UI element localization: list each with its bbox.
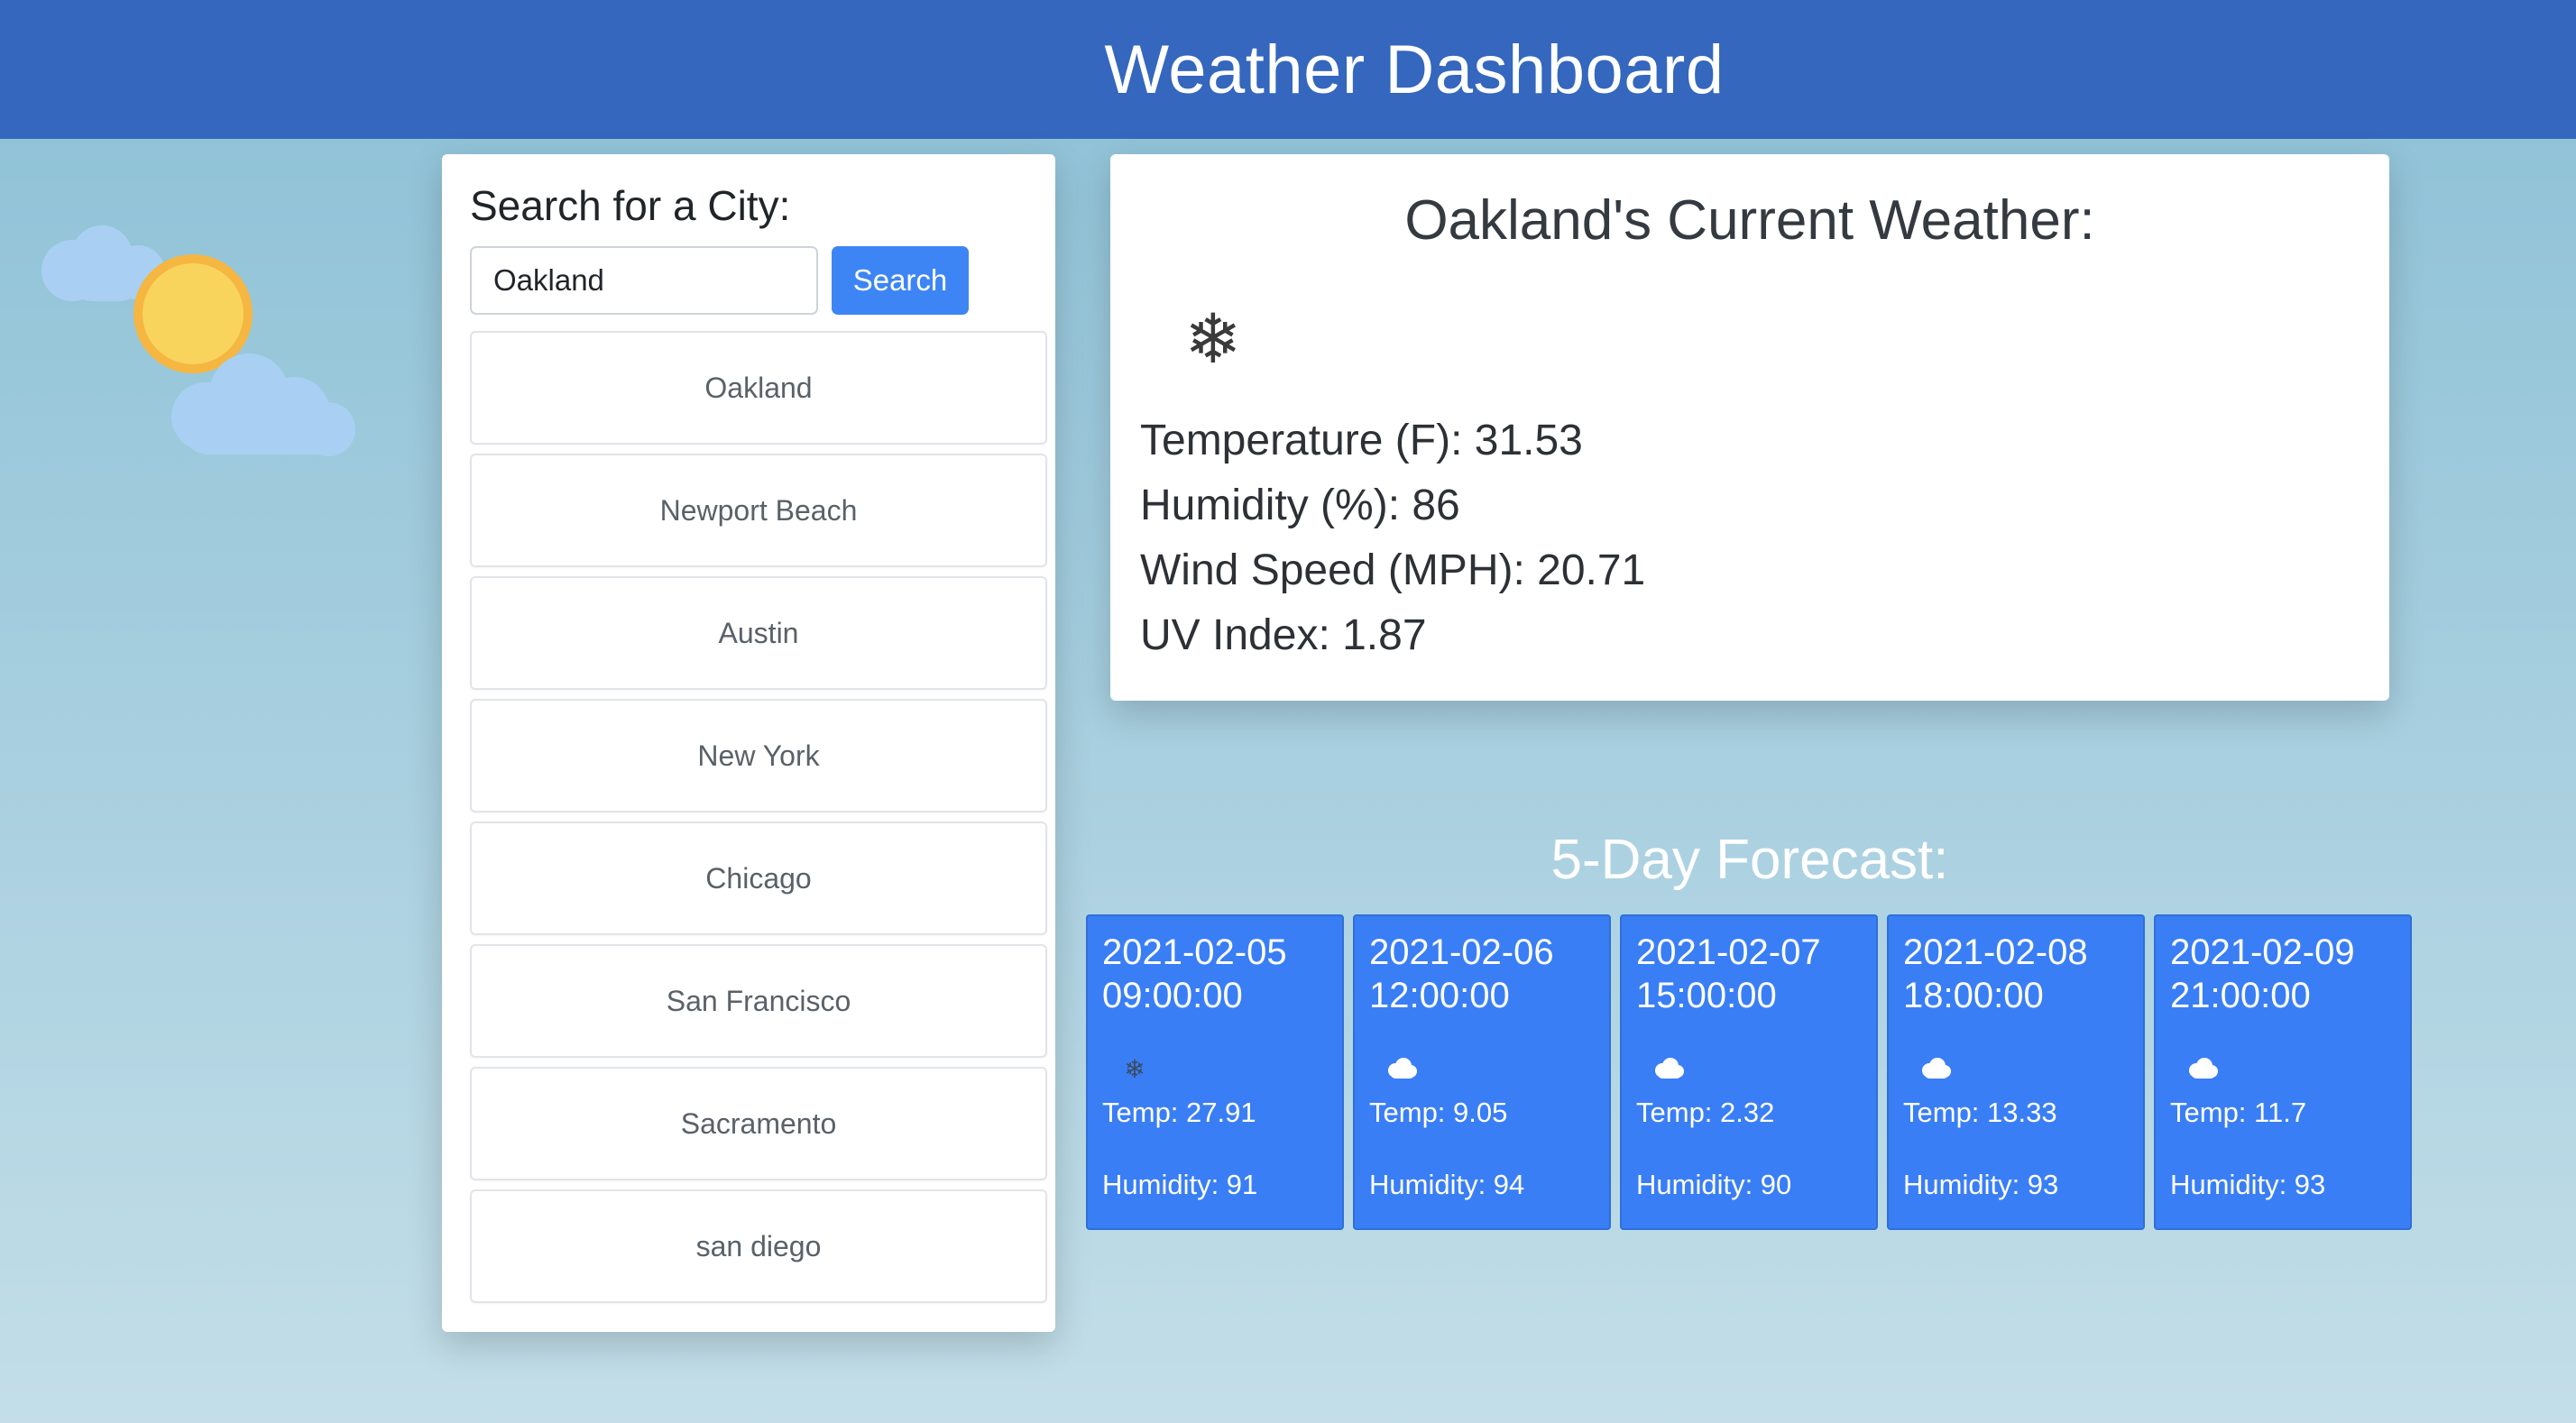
sun-cloud-icon (25, 225, 368, 496)
forecast-date: 2021-02-06 12:00:00 (1369, 932, 1554, 1015)
forecast-title: 5-Day Forecast: (1550, 829, 1949, 891)
search-heading: Search for a City: (470, 182, 791, 229)
history-item-newport-beach[interactable]: Newport Beach (470, 454, 1047, 567)
snowflake-icon: ❄ (1184, 301, 1242, 378)
history-item-chicago[interactable]: Chicago (470, 822, 1047, 935)
forecast-temp: Temp: 13.33 (1903, 1097, 2057, 1128)
cloud-icon (1651, 1053, 1687, 1084)
forecast-humidity: Humidity: 93 (1903, 1169, 2059, 1200)
forecast-temp: Temp: 27.91 (1102, 1097, 1256, 1128)
cloud-icon (1384, 1053, 1420, 1084)
page-header: Weather Dashboard (0, 0, 2576, 139)
cloud-icon (1918, 1053, 1954, 1084)
history-item-oakland[interactable]: Oakland (470, 331, 1047, 445)
current-wind-speed: Wind Speed (MPH): 20.71 (1140, 546, 1646, 594)
current-temperature: Temperature (F): 31.53 (1140, 417, 1583, 464)
search-history-list: Oakland Newport Beach Austin New York Ch… (470, 331, 1047, 1312)
forecast-date: 2021-02-09 21:00:00 (2170, 932, 2355, 1015)
search-panel: Search for a City: Search Oakland Newpor… (442, 154, 1055, 1332)
forecast-humidity: Humidity: 94 (1369, 1169, 1525, 1200)
forecast-card: 2021-02-09 21:00:00 Temp: 11.7 Humidity:… (2154, 914, 2412, 1230)
page-title: Weather Dashboard (1104, 31, 1725, 108)
history-item-san-diego[interactable]: san diego (470, 1189, 1047, 1303)
forecast-card: 2021-02-05 09:00:00 ❄ Temp: 27.91 Humidi… (1086, 914, 1344, 1230)
history-item-san-francisco[interactable]: San Francisco (470, 944, 1047, 1058)
cloud-icon (2185, 1053, 2221, 1084)
search-button[interactable]: Search (832, 246, 969, 315)
current-weather-title: Oakland's Current Weather: (1404, 189, 2095, 252)
forecast-date: 2021-02-05 09:00:00 (1102, 932, 1287, 1015)
history-item-austin[interactable]: Austin (470, 576, 1047, 690)
current-weather-card: Oakland's Current Weather: ❄ Temperature… (1110, 154, 2389, 701)
city-search-input[interactable] (470, 246, 818, 315)
current-uv-index: UV Index: 1.87 (1140, 611, 1427, 659)
forecast-temp: Temp: 9.05 (1369, 1097, 1508, 1128)
forecast-humidity: Humidity: 91 (1102, 1169, 1258, 1200)
forecast-date: 2021-02-08 18:00:00 (1903, 932, 2088, 1015)
forecast-card: 2021-02-08 18:00:00 Temp: 13.33 Humidity… (1887, 914, 2145, 1230)
forecast-humidity: Humidity: 93 (2170, 1169, 2326, 1200)
history-item-sacramento[interactable]: Sacramento (470, 1067, 1047, 1180)
forecast-temp: Temp: 11.7 (2170, 1097, 2307, 1128)
snowflake-icon: ❄ (1124, 1054, 1145, 1083)
forecast-temp: Temp: 2.32 (1636, 1097, 1775, 1128)
forecast-date: 2021-02-07 15:00:00 (1636, 932, 1821, 1015)
forecast-humidity: Humidity: 90 (1636, 1169, 1792, 1200)
forecast-list: 2021-02-05 09:00:00 ❄ Temp: 27.91 Humidi… (1086, 914, 2412, 1230)
history-item-new-york[interactable]: New York (470, 699, 1047, 812)
current-weather-stats: Temperature (F): 31.53 Humidity (%): 86 … (1140, 409, 1645, 668)
forecast-card: 2021-02-06 12:00:00 Temp: 9.05 Humidity:… (1353, 914, 1611, 1230)
current-humidity: Humidity (%): 86 (1140, 482, 1460, 529)
forecast-card: 2021-02-07 15:00:00 Temp: 2.32 Humidity:… (1620, 914, 1878, 1230)
